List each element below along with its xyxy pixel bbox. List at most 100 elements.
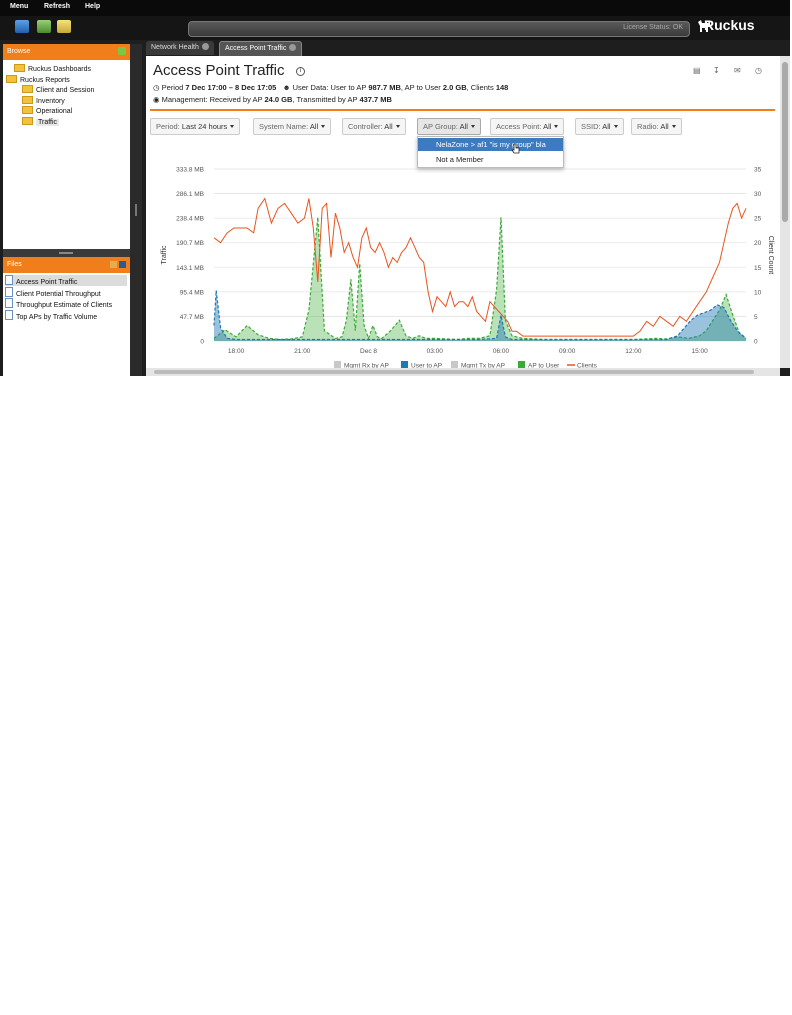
- eye-icon: ◉: [153, 95, 160, 104]
- y2-tick-label: 20: [754, 240, 762, 247]
- horizontal-scrollbar[interactable]: [146, 368, 780, 376]
- y2-axis-label: Client Count: [767, 236, 774, 275]
- tree-item[interactable]: Operational: [22, 106, 72, 115]
- legend-swatch: [518, 361, 525, 368]
- tab-network-health[interactable]: Network Health: [146, 41, 214, 55]
- mail-icon[interactable]: ✉: [734, 66, 743, 75]
- folder-icon: [22, 116, 33, 125]
- y-tick-label: 333.8 MB: [176, 167, 204, 174]
- tab-access-point-traffic[interactable]: Access Point Traffic: [219, 41, 303, 56]
- user-data-label: User Data: User to AP: [292, 83, 367, 92]
- y2-tick-label: 10: [754, 289, 762, 296]
- period-summary: ◷ Period 7 Dec 17:00 – 8 Dec 17:05 ☻ Use…: [153, 83, 508, 92]
- menu-item-refresh[interactable]: Refresh: [44, 3, 70, 10]
- browse-panel-title: Browse: [7, 48, 31, 55]
- document-icon[interactable]: ▤: [693, 66, 702, 75]
- header-divider: [150, 109, 775, 111]
- legend-swatch: [334, 361, 341, 368]
- panel-splitter[interactable]: [3, 249, 130, 257]
- menu-bar: Menu Refresh Help: [0, 0, 790, 16]
- tab-access-point-traffic-label: Access Point Traffic: [225, 45, 287, 52]
- left-panel: Browse Ruckus Dashboards Ruckus Reports Cl…: [3, 44, 130, 376]
- tree-item-label: Client and Session: [36, 87, 95, 94]
- close-icon[interactable]: [289, 44, 297, 51]
- clock-icon: ◷: [153, 83, 160, 92]
- file-item[interactable]: Top APs by Traffic Volume: [5, 309, 98, 321]
- report-content: Access Point Traffic i ◷ Period 7 Dec 17…: [146, 56, 780, 368]
- menu-item-menu[interactable]: Menu: [10, 3, 28, 10]
- filter-controller[interactable]: Controller: All: [342, 118, 406, 135]
- document-icon: [5, 275, 13, 285]
- dropdown-option-not-a-member[interactable]: Not a Member: [418, 153, 563, 166]
- ap-to-user-series-area: [214, 217, 746, 341]
- ap-group-dropdown-menu: NelaZone > af1 "is my group" bla Not a M…: [417, 136, 564, 168]
- file-item[interactable]: Access Point Traffic: [5, 275, 127, 286]
- file-item[interactable]: Throughput Estimate of Clients: [5, 298, 112, 309]
- transmitted-label: , Transmitted by AP: [292, 95, 358, 104]
- y-tick-label: 47.7 MB: [180, 314, 204, 321]
- info-icon[interactable]: i: [296, 67, 305, 76]
- refresh-icon[interactable]: [118, 47, 126, 55]
- filter-period[interactable]: Period: Last 24 hours: [150, 118, 241, 135]
- filter-ap-group[interactable]: AP Group: All: [417, 118, 481, 135]
- vertical-splitter[interactable]: [130, 44, 142, 376]
- ap-to-user-label: , AP to User: [400, 83, 441, 92]
- download-icon[interactable]: ↧: [713, 66, 722, 75]
- filter-system-name[interactable]: System Name: All: [253, 118, 332, 135]
- received-value: 24.0 GB: [264, 95, 293, 104]
- report-icon[interactable]: [57, 20, 71, 33]
- browse-panel-header: Browse: [3, 44, 130, 60]
- management-summary: ◉ Management: Received by AP 24.0 GB, Tr…: [153, 95, 392, 104]
- tree-item[interactable]: Ruckus Reports: [6, 74, 70, 84]
- ruckus-logo: Ruckus: [704, 17, 755, 33]
- edit-icon[interactable]: [110, 261, 117, 268]
- filter-access-point[interactable]: Access Point: All: [490, 118, 565, 135]
- file-item-label: Access Point Traffic: [16, 279, 78, 286]
- legend-swatch: [401, 361, 408, 368]
- menu-item-help[interactable]: Help: [85, 3, 100, 10]
- y2-tick-label: 30: [754, 191, 762, 198]
- y2-tick-label: 25: [754, 216, 762, 223]
- list-view-icon[interactable]: [119, 261, 126, 268]
- document-icon: [5, 286, 13, 297]
- document-icon: [5, 298, 13, 308]
- management-label: Management: Received by AP: [161, 95, 263, 104]
- folder-icon: [22, 106, 33, 114]
- x-tick-label: 15:00: [692, 348, 709, 355]
- vertical-scrollbar[interactable]: [780, 56, 790, 368]
- license-status-text: License Status: OK: [623, 24, 683, 31]
- page-title: Access Point Traffic: [153, 62, 285, 79]
- close-icon[interactable]: [201, 43, 209, 50]
- document-icon: [5, 309, 13, 320]
- tree-item[interactable]: Inventory: [22, 95, 65, 105]
- period-value: 7 Dec 17:00 – 8 Dec 17:05: [185, 83, 277, 92]
- y-tick-label: 190.7 MB: [176, 240, 204, 247]
- y2-tick-label: 15: [754, 265, 762, 272]
- file-item[interactable]: Client Potential Throughput: [5, 286, 101, 298]
- toolbar: License Status: OK: [0, 16, 790, 40]
- y-tick-label: 0: [200, 339, 204, 346]
- tree-item[interactable]: Ruckus Dashboards: [14, 64, 91, 73]
- hand-cursor-icon: [511, 143, 520, 154]
- folder-icon: [22, 95, 33, 104]
- y2-tick-label: 5: [754, 314, 758, 321]
- filter-radio[interactable]: Radio: All: [631, 118, 682, 135]
- legend-swatch: [451, 361, 458, 368]
- dropdown-option-nelazone[interactable]: NelaZone > af1 "is my group" bla: [418, 138, 563, 151]
- tree-item[interactable]: Traffic: [22, 116, 60, 126]
- tree-item-label: Operational: [36, 108, 73, 115]
- y2-tick-label: 0: [754, 339, 758, 346]
- monitor-icon[interactable]: [15, 20, 29, 33]
- tree-item-label: Ruckus Reports: [20, 76, 70, 84]
- filter-ssid[interactable]: SSID: All: [575, 118, 624, 135]
- y-tick-label: 95.4 MB: [180, 289, 204, 296]
- tree-item[interactable]: Client and Session: [22, 85, 94, 94]
- x-tick-label: Dec 8: [360, 348, 377, 355]
- file-item-label: Top APs by Traffic Volume: [16, 313, 98, 321]
- user-to-ap-value: 987.7 MB: [368, 83, 401, 92]
- image-icon[interactable]: [37, 20, 51, 33]
- file-item-label: Client Potential Throughput: [16, 290, 101, 298]
- schedule-icon[interactable]: ◷: [755, 66, 764, 75]
- application-window: Menu Refresh Help License Status: OK Ruc…: [0, 0, 790, 376]
- x-tick-label: 21:00: [294, 348, 311, 355]
